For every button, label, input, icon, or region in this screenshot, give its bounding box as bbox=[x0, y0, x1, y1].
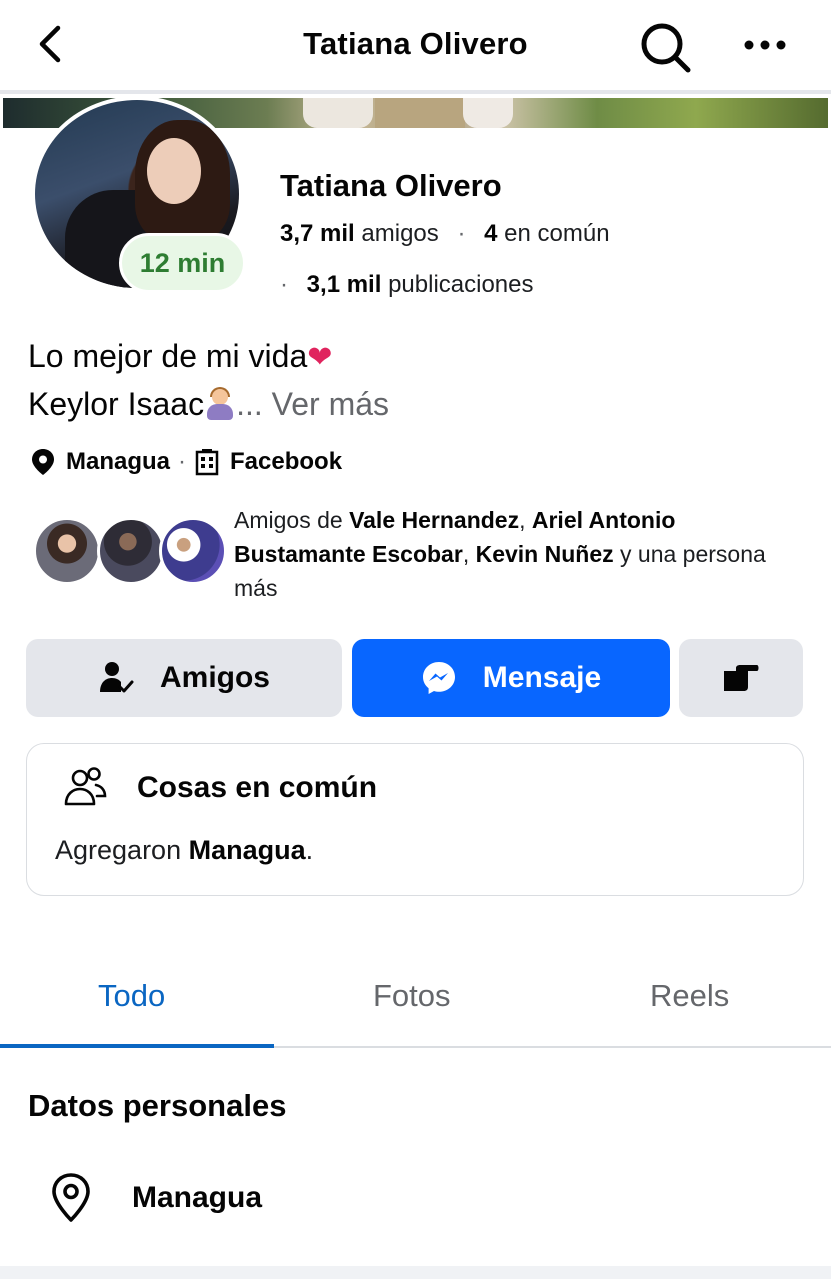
bio-line-1: Lo mejor de mi vida bbox=[28, 338, 308, 374]
active-tab-indicator bbox=[0, 1044, 274, 1048]
mutual-friends-avatars[interactable] bbox=[33, 517, 227, 589]
personal-details-title: Datos personales bbox=[28, 1088, 287, 1123]
work-building-icon bbox=[195, 449, 219, 476]
mutual-separator: , bbox=[519, 507, 532, 533]
common-text-place: Managua bbox=[188, 835, 306, 865]
poke-button[interactable] bbox=[679, 639, 803, 717]
mutual-friend-link[interactable]: Vale Hernandez bbox=[349, 507, 519, 533]
separator-dot: · bbox=[280, 271, 288, 298]
active-status-badge: 12 min bbox=[119, 233, 246, 293]
things-in-common-text: Agregaron Managua. bbox=[55, 835, 313, 866]
mutual-separator: , bbox=[462, 541, 476, 567]
messenger-icon bbox=[422, 662, 455, 694]
things-in-common-title: Cosas en común bbox=[137, 771, 378, 804]
common-text-prefix: Agregaron bbox=[55, 835, 189, 865]
profile-stats-friends: 3,7 mil amigos · 4 en común bbox=[280, 220, 610, 248]
tab-fotos[interactable]: Fotos bbox=[373, 978, 451, 1014]
profile-name: Tatiana Olivero bbox=[280, 168, 502, 203]
personal-location-label: Managua bbox=[132, 1181, 263, 1214]
location-pin-icon bbox=[32, 449, 54, 475]
common-text-suffix: . bbox=[305, 835, 314, 865]
profile-details-row: Managua · Facebook bbox=[30, 448, 342, 476]
friends-button[interactable]: Amigos bbox=[26, 639, 342, 717]
mutual-prefix: Amigos de bbox=[234, 507, 350, 533]
common-count[interactable]: 4 bbox=[484, 220, 497, 247]
cover-detail bbox=[463, 98, 513, 128]
mother-baby-emoji-icon bbox=[204, 387, 236, 421]
heart-emoji-icon: ❤ bbox=[307, 341, 333, 374]
top-bar: Tatiana Olivero bbox=[0, 0, 831, 94]
separator-dot: · bbox=[178, 448, 187, 475]
message-button[interactable]: Mensaje bbox=[352, 639, 670, 717]
friends-count[interactable]: 3,7 mil bbox=[280, 220, 355, 247]
mutual-friends-text: Amigos de Vale Hernandez, Ariel Antonio … bbox=[234, 503, 804, 605]
bio-line-2: Keylor Isaac bbox=[28, 386, 205, 422]
cover-detail bbox=[303, 98, 373, 128]
message-button-label: Mensaje bbox=[482, 661, 602, 694]
page-title: Tatiana Olivero bbox=[303, 26, 528, 61]
friends-label[interactable]: amigos bbox=[361, 220, 438, 247]
common-label[interactable]: en común bbox=[504, 220, 609, 247]
personal-location-row[interactable]: Managua bbox=[50, 1170, 262, 1226]
mutual-friend-avatar[interactable] bbox=[97, 517, 165, 585]
more-options-icon[interactable] bbox=[740, 28, 790, 62]
things-in-common-card: Cosas en común Agregaron Managua. bbox=[26, 743, 804, 896]
poke-hand-icon bbox=[724, 665, 759, 691]
profile-bio: Lo mejor de mi vida❤ Keylor Isaac ... Ver… bbox=[28, 333, 389, 427]
friend-check-icon bbox=[99, 662, 134, 693]
tab-reels[interactable]: Reels bbox=[650, 978, 729, 1014]
bottom-divider bbox=[0, 1266, 831, 1279]
see-more-link[interactable]: ... Ver más bbox=[236, 386, 389, 422]
people-group-icon bbox=[64, 767, 107, 806]
work-text[interactable]: Facebook bbox=[230, 448, 342, 476]
location-text[interactable]: Managua bbox=[66, 448, 170, 476]
mutual-friend-link[interactable]: Kevin Nuñez bbox=[476, 541, 614, 567]
tab-todo[interactable]: Todo bbox=[98, 978, 165, 1014]
photo-face bbox=[147, 138, 201, 204]
profile-stats-posts: · 3,1 mil publicaciones bbox=[280, 271, 534, 299]
posts-count: 3,1 mil bbox=[306, 271, 382, 298]
search-icon[interactable] bbox=[638, 20, 692, 74]
separator-dot: · bbox=[457, 220, 466, 247]
profile-tabs: Todo Fotos Reels bbox=[0, 960, 831, 1048]
friends-button-label: Amigos bbox=[159, 661, 270, 694]
mutual-friend-avatar[interactable] bbox=[33, 517, 101, 585]
posts-label: publicaciones bbox=[388, 271, 534, 298]
mutual-friend-avatar[interactable] bbox=[159, 517, 227, 585]
cover-detail bbox=[375, 98, 465, 128]
location-pin-outline-icon bbox=[52, 1173, 90, 1222]
